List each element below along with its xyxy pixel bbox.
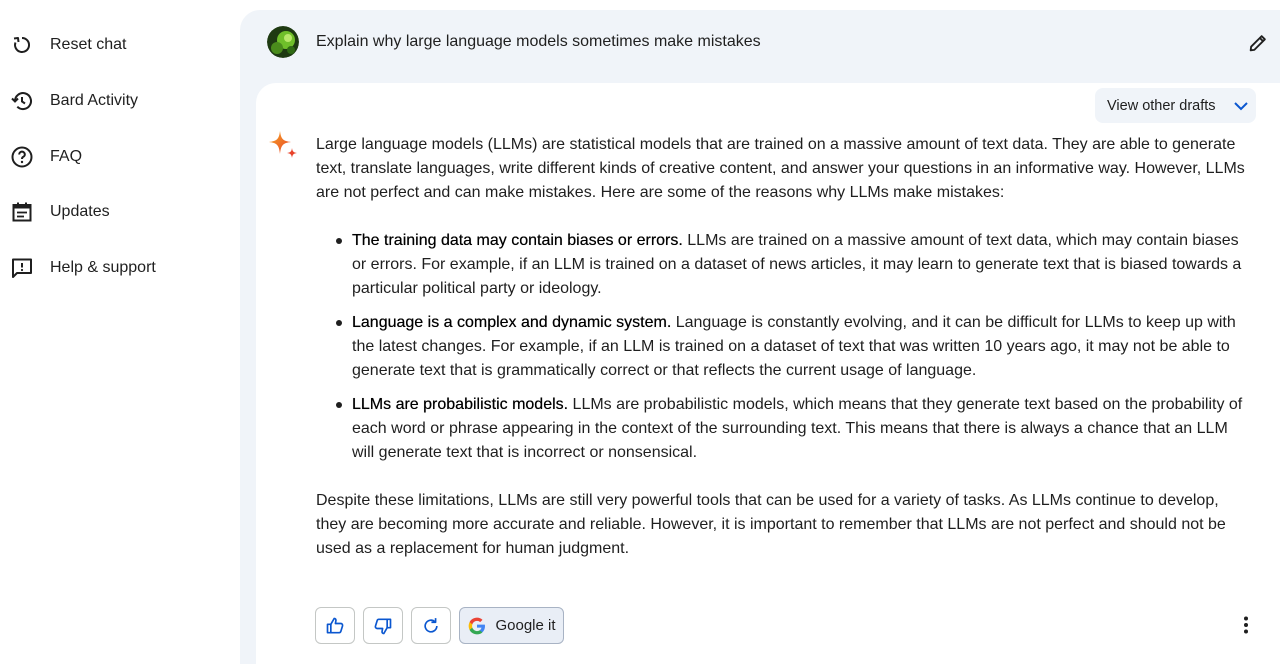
more-vert-icon [1244,616,1248,634]
pencil-icon [1249,35,1266,52]
user-avatar [267,26,299,58]
thumbs-up-button[interactable] [315,607,355,644]
list-item-heading: The training data may contain biases or … [352,232,683,249]
response-text: Large language models (LLMs) are statist… [316,133,1246,561]
sidebar-item-label: Bard Activity [50,92,139,109]
sidebar-item-faq[interactable]: FAQ [0,137,240,177]
google-it-button[interactable]: Google it [459,607,564,644]
view-other-drafts-button[interactable]: View other drafts [1095,88,1256,123]
list-item: Language is a complex and dynamic system… [316,311,1246,383]
avatar-image [267,26,299,58]
google-it-label: Google it [495,616,556,634]
sidebar-item-reset-chat[interactable]: Reset chat [0,25,240,65]
history-icon [11,92,32,111]
calendar-icon [12,202,32,222]
edit-prompt-button[interactable] [1244,29,1272,57]
help-circle-icon [11,146,33,168]
response-intro: Large language models (LLMs) are statist… [316,136,1245,201]
more-options-button[interactable] [1236,614,1256,636]
drafts-label: View other drafts [1107,98,1216,114]
list-item-heading: Language is a complex and dynamic system… [352,314,672,331]
sidebar-item-bard-activity[interactable]: Bard Activity [0,81,240,121]
sidebar-item-help-support[interactable]: Help & support [0,248,240,288]
sidebar-item-label: Reset chat [50,36,127,53]
feedback-icon [12,258,32,278]
reset-icon [13,36,31,53]
thumbs-down-button[interactable] [363,607,403,644]
chevron-down-icon [1234,102,1248,111]
sidebar-item-label: Updates [50,203,110,220]
sidebar: Reset chat Bard Activity FAQ Updates Hel… [0,0,240,664]
prompt-text: Explain why large language models someti… [316,33,761,50]
sidebar-item-label: Help & support [50,259,156,276]
thumbs-down-icon [374,618,392,634]
response-conclusion: Despite these limitations, LLMs are stil… [316,492,1226,557]
refresh-icon [424,617,438,633]
sidebar-item-label: FAQ [50,148,83,165]
list-item: LLMs are probabilistic models. LLMs are … [316,393,1246,465]
reasons-list: The training data may contain biases or … [316,229,1246,465]
bard-sparkle-icon [269,131,297,158]
list-item: The training data may contain biases or … [316,229,1246,301]
list-item-heading: LLMs are probabilistic models. [352,396,569,413]
sidebar-item-updates[interactable]: Updates [0,192,240,232]
thumbs-up-icon [326,617,344,633]
regenerate-button[interactable] [411,607,451,644]
google-g-icon [469,617,486,634]
